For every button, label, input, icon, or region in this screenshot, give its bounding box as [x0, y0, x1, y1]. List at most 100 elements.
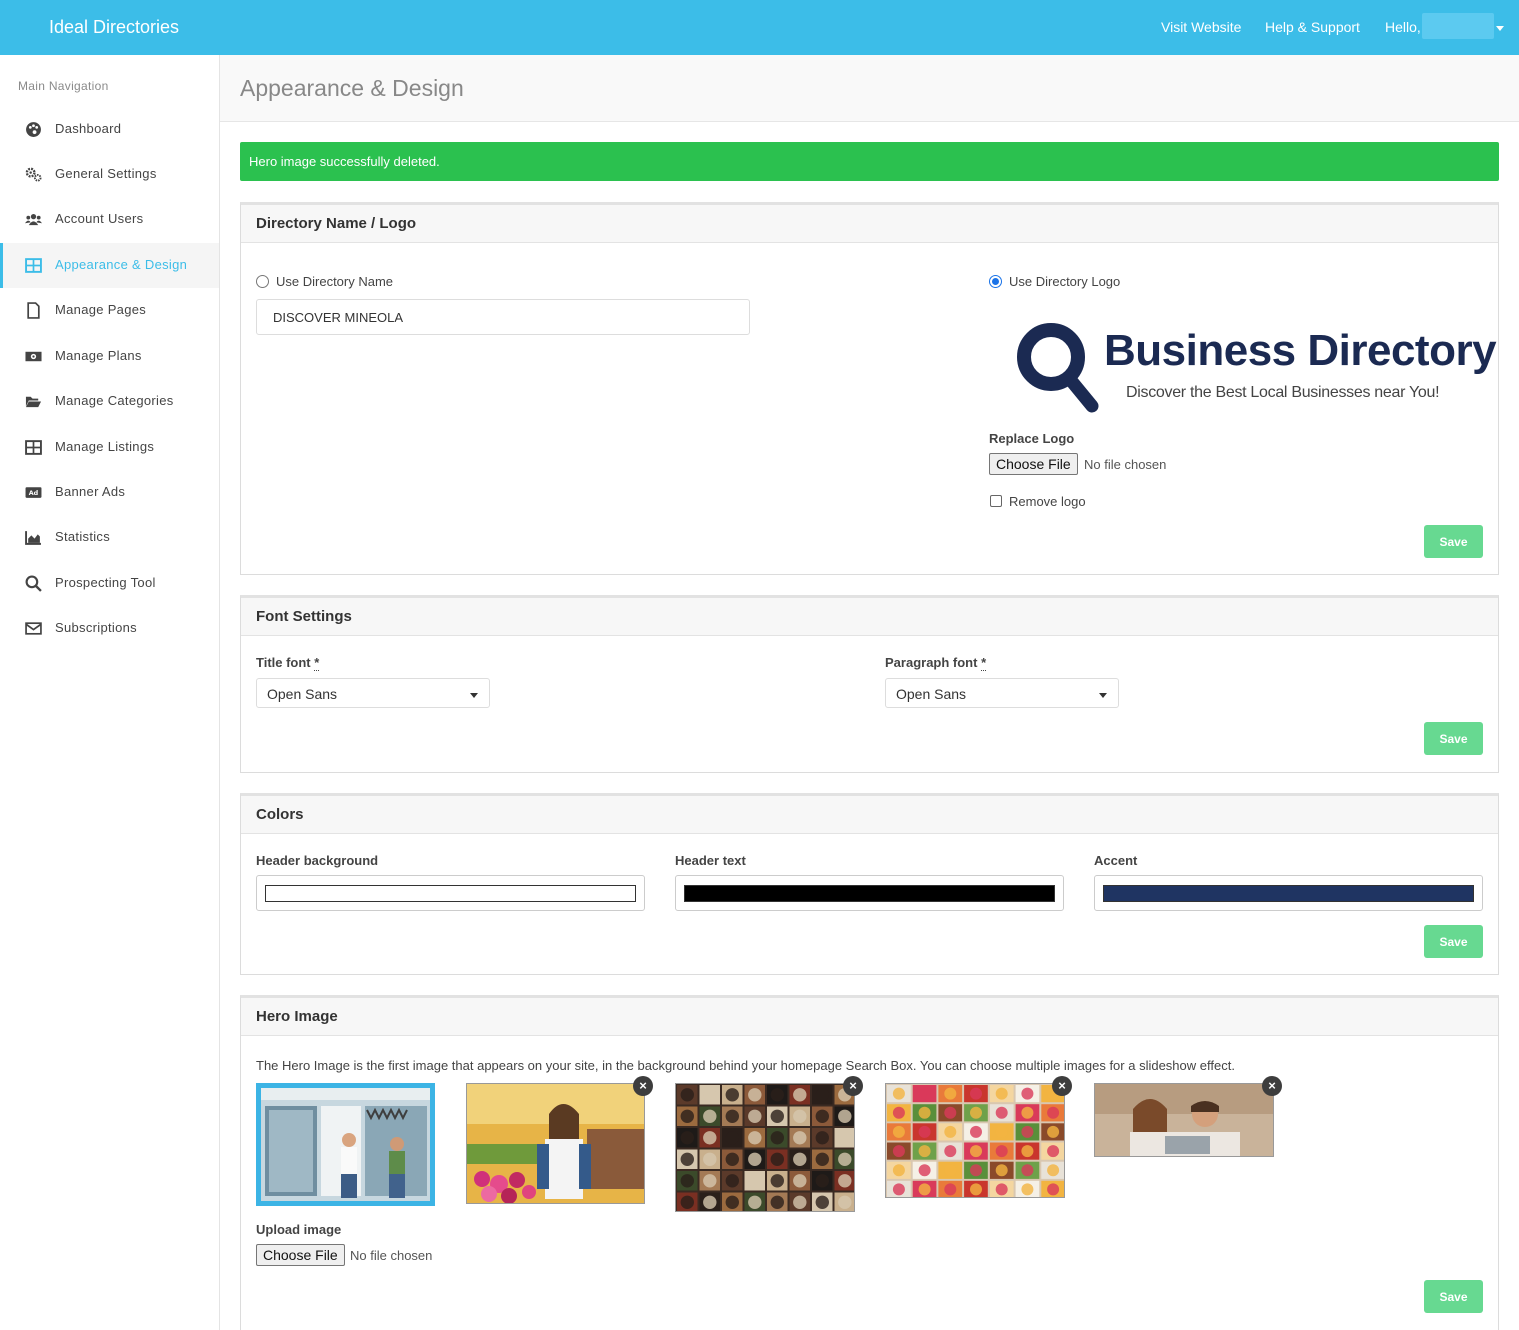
collage-dish [1047, 1183, 1060, 1196]
sidebar-item-statistics[interactable]: Statistics [0, 515, 219, 560]
collage-dish [748, 1152, 762, 1166]
help-support-link[interactable]: Help & Support [1265, 19, 1360, 35]
collage-dish [1047, 1145, 1060, 1158]
user-name-redacted[interactable] [1422, 13, 1494, 39]
title-font-label: Title font * [256, 655, 320, 671]
collage-dish [770, 1195, 784, 1209]
svg-text:Ad: Ad [29, 489, 39, 497]
couple-laptop-image[interactable] [1094, 1083, 1274, 1157]
collage-dish [892, 1125, 905, 1138]
sidebar-item-label: Dashboard [55, 121, 122, 136]
save-colors-button[interactable]: Save [1424, 925, 1483, 958]
alert-message: Hero image successfully deleted. [249, 154, 440, 169]
save-fonts-button[interactable]: Save [1424, 722, 1483, 755]
collage-dish [838, 1109, 852, 1123]
accent-color-input[interactable] [1094, 875, 1483, 911]
save-logo-button[interactable]: Save [1424, 525, 1483, 558]
file-icon [27, 302, 40, 319]
food-collage-bright-image[interactable] [885, 1083, 1065, 1198]
paragraph-font-value: Open Sans [896, 686, 967, 702]
top-bar: Ideal Directories Visit Website Help & S… [0, 0, 1519, 55]
title-font-label-text: Title font [256, 655, 311, 670]
remove-image-button[interactable]: × [1052, 1076, 1072, 1096]
remove-logo-label[interactable]: Remove logo [1009, 494, 1086, 509]
use-directory-name-label[interactable]: Use Directory Name [276, 274, 393, 289]
florist-woman-image[interactable] [466, 1083, 645, 1204]
use-directory-logo-radio[interactable] [989, 275, 1002, 288]
header-text-color-input[interactable] [675, 875, 1064, 911]
remove-image-button[interactable]: × [633, 1076, 653, 1096]
page-header: Appearance & Design [220, 55, 1519, 122]
caret-down-icon[interactable] [1496, 26, 1504, 31]
use-directory-logo-label[interactable]: Use Directory Logo [1009, 274, 1120, 289]
collage-dish [680, 1195, 694, 1209]
sidebar-item-general-settings[interactable]: General Settings [0, 152, 219, 197]
sidebar-item-prospecting-tool[interactable]: Prospecting Tool [0, 561, 219, 606]
remove-image-button[interactable]: × [843, 1076, 863, 1096]
food-collage-bright-art [886, 1084, 1064, 1197]
collage-dish [1021, 1164, 1034, 1177]
sidebar-item-manage-plans[interactable]: Manage Plans [0, 334, 219, 379]
collage-dish [970, 1087, 982, 1100]
choose-hero-file-button[interactable]: Choose File [256, 1244, 345, 1266]
sidebar-item-subscriptions[interactable]: Subscriptions [0, 606, 219, 651]
collage-dish [815, 1088, 829, 1102]
panel-header: Hero Image [241, 998, 1498, 1036]
collage-dish [748, 1174, 762, 1188]
sidebar-item-appearance-design[interactable]: Appearance & Design [0, 243, 219, 288]
collage-dish [725, 1152, 739, 1166]
paragraph-font-select[interactable]: Open Sans [885, 678, 1119, 708]
sidebar-item-label: Subscriptions [55, 620, 137, 635]
collage-dish [995, 1145, 1008, 1158]
sidebar-item-manage-categories[interactable]: Manage Categories [0, 379, 219, 424]
sidebar-item-banner-ads[interactable]: Ad Banner Ads [0, 470, 219, 515]
accent-label: Accent [1094, 853, 1138, 868]
search-icon [25, 575, 42, 592]
sidebar-item-dashboard[interactable]: Dashboard [0, 107, 219, 152]
collage-dish [944, 1145, 957, 1158]
title-font-select[interactable]: Open Sans [256, 678, 490, 708]
hero-description: The Hero Image is the first image that a… [256, 1058, 1235, 1073]
panel-title: Hero Image [256, 1008, 338, 1025]
storefront-couple-image[interactable] [256, 1083, 435, 1206]
storefront-image-art [261, 1088, 430, 1201]
use-directory-name-radio[interactable] [256, 275, 269, 288]
collage-dish [1021, 1183, 1034, 1196]
visit-website-link[interactable]: Visit Website [1161, 19, 1241, 35]
remove-image-button[interactable]: × [1262, 1076, 1282, 1096]
header-background-color-input[interactable] [256, 875, 645, 911]
sidebar: Main Navigation Dashboard General Settin… [0, 55, 220, 1330]
sidebar-item-label: Prospecting Tool [55, 575, 156, 590]
brand-name[interactable]: Ideal Directories [49, 17, 179, 38]
collage-dish [995, 1183, 1008, 1196]
directory-name-input[interactable] [256, 299, 750, 335]
sidebar-item-label: Manage Listings [55, 439, 155, 454]
collage-dish [770, 1131, 784, 1145]
food-collage-dark-art [676, 1084, 854, 1211]
caret-down-icon [470, 693, 478, 698]
collage-dish [770, 1174, 784, 1188]
header-text-swatch [684, 885, 1055, 902]
colors-panel: Colors Header background Header text Acc… [240, 793, 1499, 975]
main-navigation-heading: Main Navigation [18, 79, 109, 93]
food-collage-dark-image[interactable] [675, 1083, 855, 1212]
sidebar-item-account-users[interactable]: Account Users [0, 197, 219, 242]
sidebar-item-label: Appearance & Design [55, 257, 188, 272]
florist-image-art [467, 1084, 644, 1203]
remove-logo-checkbox[interactable] [990, 495, 1002, 507]
envelope-icon [25, 622, 42, 635]
collage-dish [944, 1183, 957, 1196]
panel-header: Font Settings [241, 598, 1498, 636]
collage-dish [793, 1131, 807, 1145]
logo-file-status: No file chosen [1084, 457, 1167, 472]
hello-user-menu[interactable]: Hello, [1385, 19, 1421, 35]
collage-dish [815, 1174, 829, 1188]
sidebar-item-manage-pages[interactable]: Manage Pages [0, 288, 219, 333]
cogs-icon [25, 167, 42, 182]
save-hero-button[interactable]: Save [1424, 1280, 1483, 1313]
collage-dish [725, 1195, 739, 1209]
collage-dish [793, 1152, 807, 1166]
sidebar-item-manage-listings[interactable]: Manage Listings [0, 425, 219, 470]
collage-dish [838, 1131, 852, 1145]
choose-logo-file-button[interactable]: Choose File [989, 453, 1078, 475]
